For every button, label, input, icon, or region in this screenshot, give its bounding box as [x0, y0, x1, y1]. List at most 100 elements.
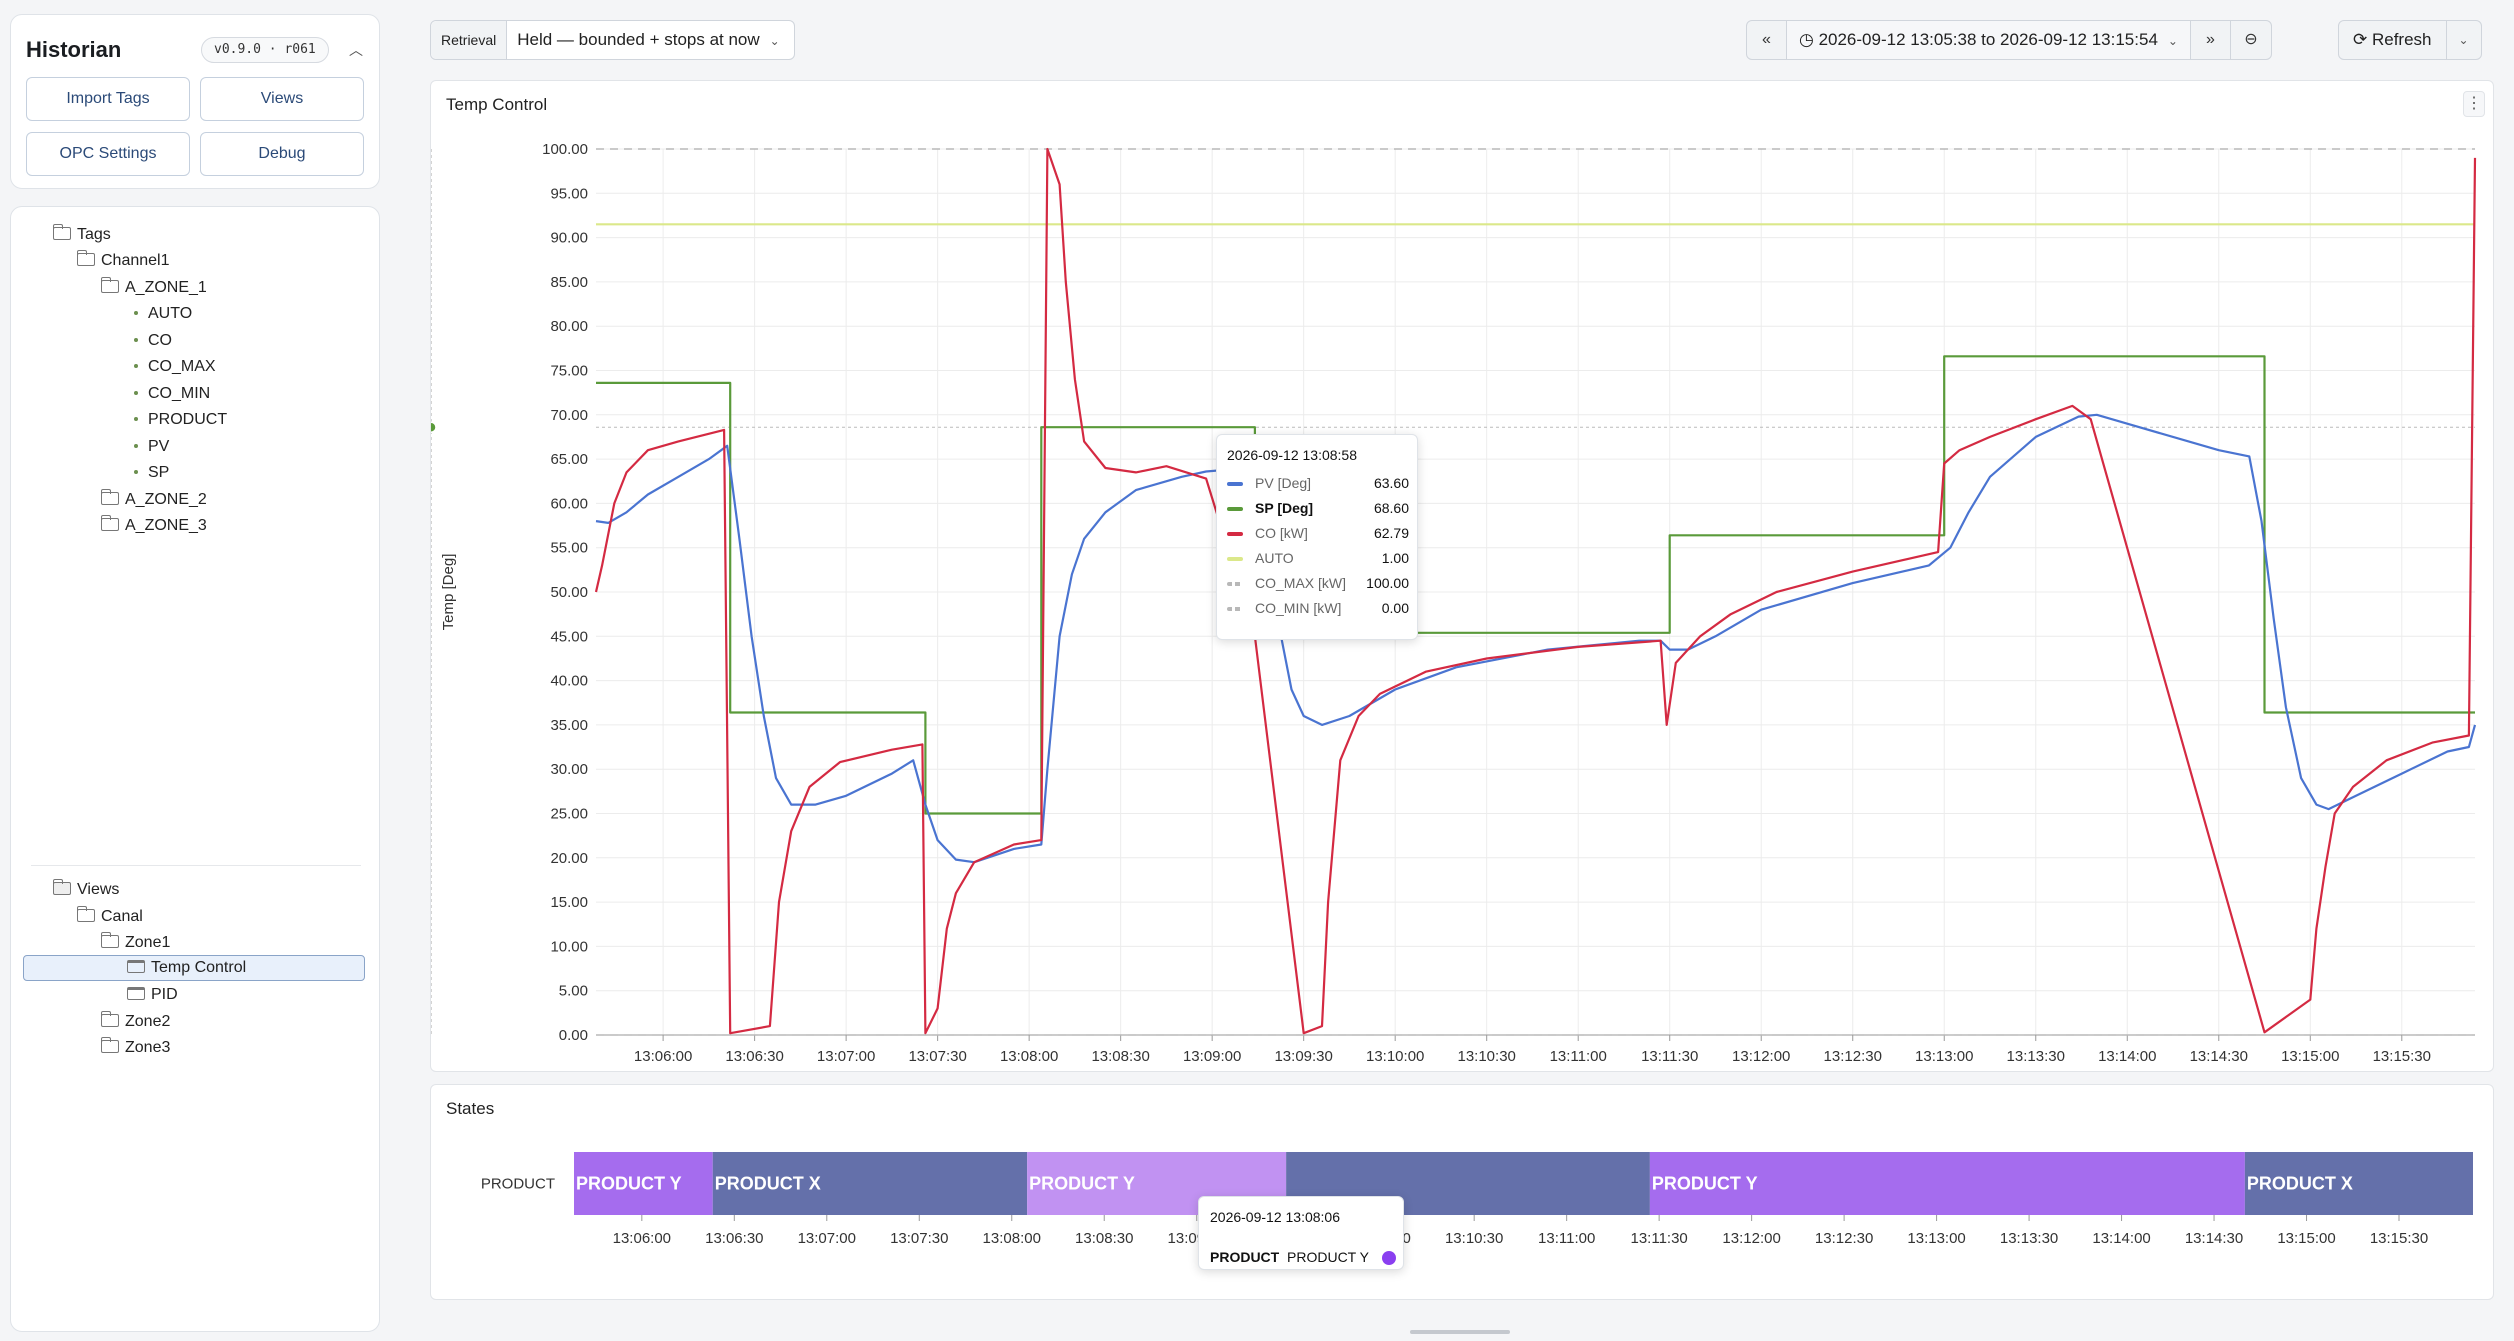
y-tick-label: 85.00	[550, 274, 588, 291]
retrieval-label: Retrieval	[431, 21, 508, 59]
state-x-tick-label: 13:08:30	[1075, 1230, 1133, 1247]
tree-tag-sp[interactable]: SP	[134, 461, 169, 485]
legend-swatch	[1227, 557, 1243, 561]
y-tick-label: 50.00	[550, 584, 588, 601]
states-tooltip-row: PRODUCT PRODUCT Y	[1210, 1249, 1369, 1265]
view-icon	[127, 987, 145, 1000]
legend-swatch	[1227, 582, 1243, 586]
state-segment-label: PRODUCT X	[2247, 1174, 2353, 1194]
opc-settings-button[interactable]: OPC Settings	[26, 132, 190, 176]
step-back-button[interactable]: «	[1747, 21, 1787, 59]
tree-folder-a-zone-2[interactable]: A_ZONE_2	[101, 488, 207, 512]
chart-tooltip: 2026-09-12 13:08:58 PV [Deg] 63.60 SP [Deg…	[1216, 434, 1418, 640]
tooltip-row: AUTO 1.00	[1227, 548, 1409, 568]
state-x-tick-label: 13:12:30	[1815, 1230, 1873, 1247]
state-x-tick-label: 13:14:30	[2185, 1230, 2243, 1247]
tree-folder-a-zone-1[interactable]: A_ZONE_1	[101, 276, 207, 300]
state-x-tick-label: 13:07:30	[890, 1230, 948, 1247]
x-tick-label: 13:06:30	[725, 1048, 783, 1065]
retrieval-value[interactable]: Held — bounded + stops at now ⌄	[507, 21, 793, 59]
x-tick-label: 13:07:30	[908, 1048, 966, 1065]
tree-folder-canal[interactable]: Canal	[77, 905, 143, 929]
import-tags-button[interactable]: Import Tags	[26, 77, 190, 121]
sidebar-header-card: Historian v0.9.0 · r061 ︿ Import Tags Vi…	[10, 14, 380, 189]
x-tick-label: 13:10:30	[1457, 1048, 1515, 1065]
x-tick-label: 13:13:30	[2007, 1048, 2065, 1065]
state-segment-label: PRODUCT X	[715, 1174, 821, 1194]
tag-dot-icon	[134, 417, 138, 421]
states-tooltip-time: 2026-09-12 13:08:06	[1210, 1209, 1340, 1225]
x-tick-label: 13:12:00	[1732, 1048, 1790, 1065]
zoom-out-icon: ⊖	[2244, 31, 2258, 48]
tree-view-pid[interactable]: PID	[127, 983, 178, 1007]
x-tick-label: 13:12:30	[1824, 1048, 1882, 1065]
retrieval-select[interactable]: Retrieval Held — bounded + stops at now ⌄	[430, 20, 795, 60]
state-x-tick-label: 13:15:00	[2277, 1230, 2335, 1247]
tree-tag-co-min[interactable]: CO_MIN	[134, 382, 210, 406]
state-x-tick-label: 13:13:30	[2000, 1230, 2058, 1247]
state-x-tick-label: 13:13:00	[1907, 1230, 1965, 1247]
y-tick-label: 90.00	[550, 230, 588, 247]
tree-divider	[31, 865, 361, 866]
tooltip-series-value: 100.00	[1366, 575, 1409, 591]
y-tick-label: 75.00	[550, 363, 588, 380]
folder-icon	[77, 250, 95, 266]
folder-icon	[101, 489, 119, 505]
folder-icon	[101, 515, 119, 531]
series-line-pv	[595, 413, 2477, 864]
y-tick-label: 95.00	[550, 185, 588, 202]
x-tick-label: 13:14:00	[2098, 1048, 2156, 1065]
x-tick-label: 13:06:00	[634, 1048, 692, 1065]
y-tick-label: 80.00	[550, 318, 588, 335]
tree-tag-auto[interactable]: AUTO	[134, 302, 192, 326]
app-title: Historian	[26, 37, 122, 62]
tag-dot-icon	[134, 470, 138, 474]
tree-folder-zone2[interactable]: Zone2	[101, 1010, 170, 1034]
chevron-up-icon[interactable]: ︿	[343, 37, 369, 63]
tree-tag-co[interactable]: CO	[134, 329, 172, 353]
states-timeline[interactable]: PRODUCT PRODUCT Y PRODUCT X PRODUCT Y PRODUC…	[431, 1085, 2493, 1299]
state-x-tick-label: 13:11:00	[1538, 1230, 1595, 1247]
folder-icon	[101, 932, 119, 948]
tree-folder-zone1[interactable]: Zone1	[101, 931, 170, 955]
chevron-down-icon: ⌄	[2167, 34, 2178, 48]
time-range-group: « ◷ 2026-09-12 13:05:38 to 2026-09-12 13…	[1746, 20, 2272, 60]
states-tooltip-tag: PRODUCT	[1210, 1249, 1280, 1265]
folder-icon	[101, 1011, 119, 1027]
refresh-button[interactable]: ⟳ Refresh	[2339, 21, 2447, 59]
y-tick-label: 100.00	[542, 141, 588, 158]
historian-app: Historian v0.9.0 · r061 ︿ Import Tags Vi…	[0, 0, 2514, 1341]
tree-tag-co-max[interactable]: CO_MAX	[134, 355, 216, 379]
view-icon	[127, 960, 145, 973]
tree-folder-channel1[interactable]: Channel1	[77, 249, 170, 273]
tree-folder-a-zone-3[interactable]: A_ZONE_3	[101, 514, 207, 538]
state-x-tick-label: 13:14:00	[2092, 1230, 2150, 1247]
chevron-down-icon: ⌄	[769, 34, 780, 48]
tree-folder-zone3[interactable]: Zone3	[101, 1036, 170, 1060]
zoom-out-button[interactable]: ⊖	[2231, 21, 2271, 59]
x-tick-label: 13:07:00	[817, 1048, 875, 1065]
state-segment-label: PRODUCT Y	[1652, 1174, 1758, 1194]
folder-icon	[101, 277, 119, 293]
tree-folder-views[interactable]: Views	[53, 878, 119, 902]
y-tick-label: 60.00	[550, 495, 588, 512]
tag-dot-icon	[134, 311, 138, 315]
debug-button[interactable]: Debug	[200, 132, 364, 176]
line-chart[interactable]: 0.00 5.00 10.00 15.00 20.00 25.00 30.00 35.00 40…	[431, 81, 2493, 1071]
tree-folder-tags[interactable]: Tags	[53, 223, 111, 247]
state-segment-label: PRODUCT Y	[1029, 1174, 1135, 1194]
tree-tag-product[interactable]: PRODUCT	[134, 408, 227, 432]
resize-handle[interactable]	[1410, 1330, 1510, 1334]
refresh-group: ⟳ Refresh ⌄	[2338, 20, 2482, 60]
states-panel: States PRODUCT PRODUCT Y PRODUCT X PRODUCT …	[430, 1084, 2494, 1300]
y-tick-label: 25.00	[550, 806, 588, 823]
step-forward-button[interactable]: »	[2191, 21, 2231, 59]
y-tick-label: 70.00	[550, 407, 588, 424]
tooltip-row: CO_MIN [kW] 0.00	[1227, 598, 1409, 618]
views-button[interactable]: Views	[200, 77, 364, 121]
tree-tag-pv[interactable]: PV	[134, 435, 169, 459]
tree-view-temp-control[interactable]: Temp Control	[127, 956, 246, 980]
refresh-options-button[interactable]: ⌄	[2447, 21, 2481, 59]
time-range-picker[interactable]: ◷ 2026-09-12 13:05:38 to 2026-09-12 13:1…	[1787, 21, 2191, 59]
state-x-tick-label: 13:06:30	[705, 1230, 763, 1247]
